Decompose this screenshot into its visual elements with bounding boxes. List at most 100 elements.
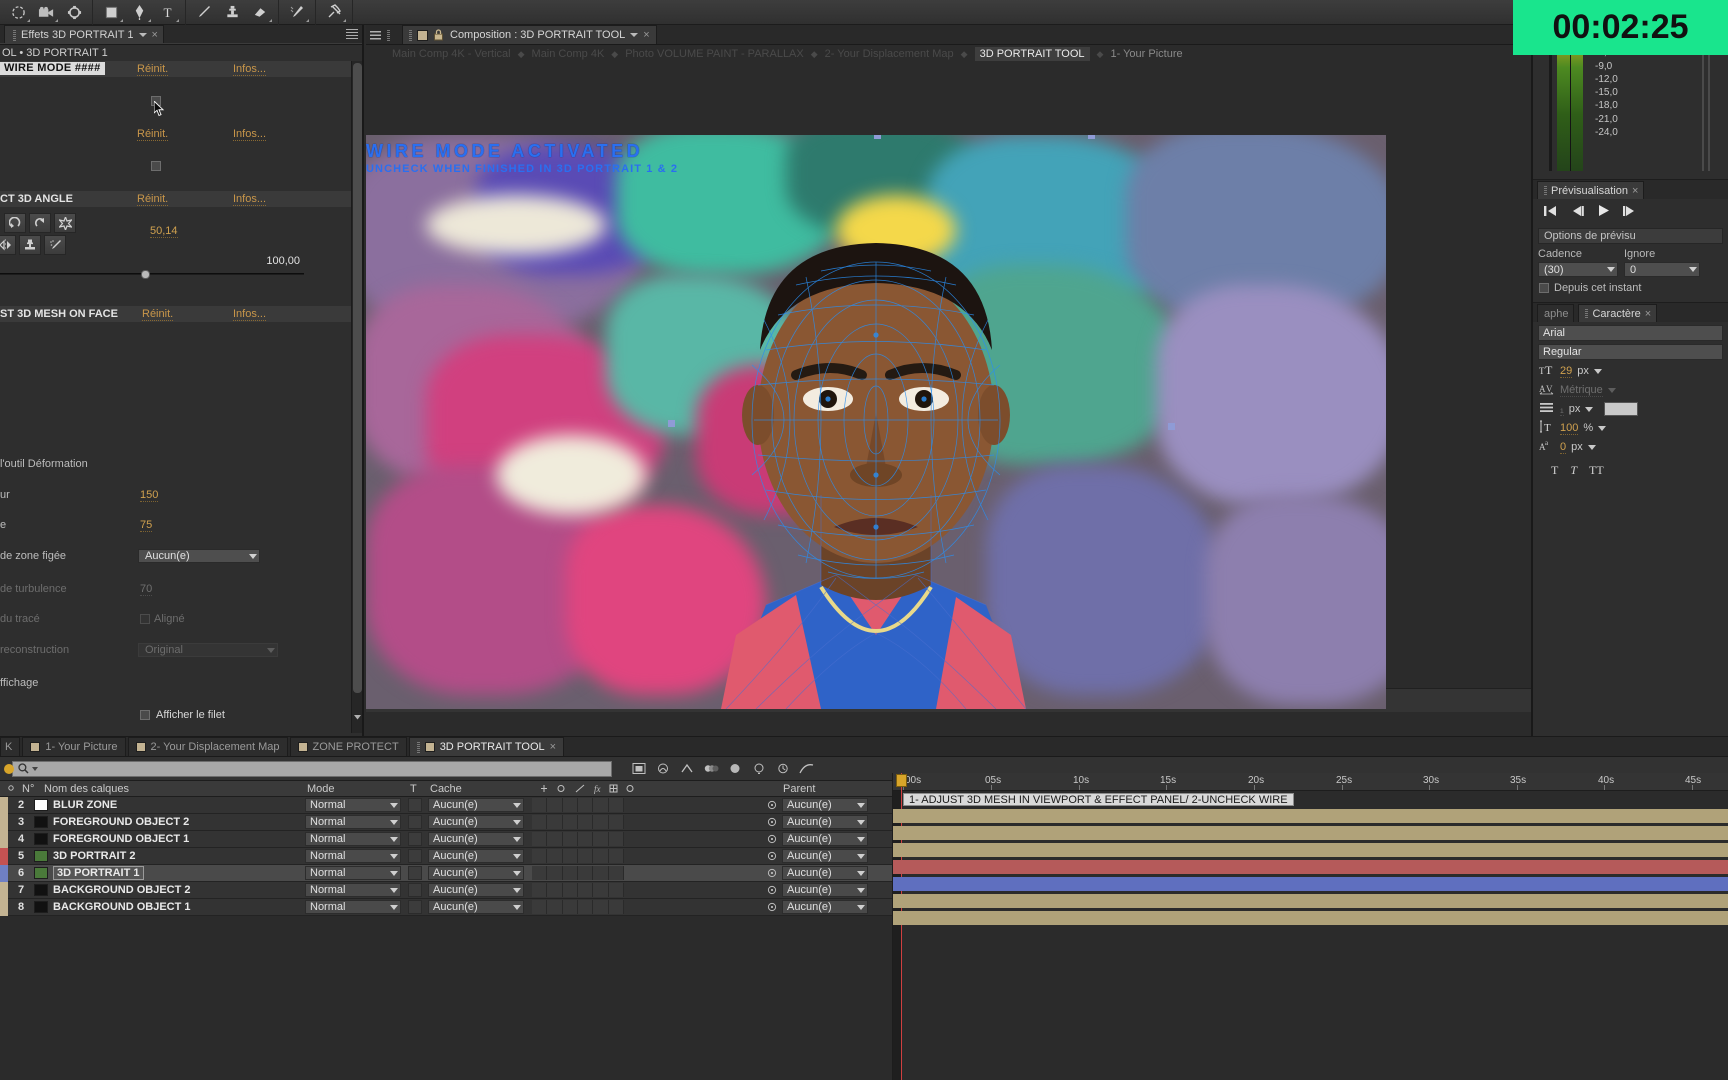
baseline-row[interactable]: Aa 0 px: [1533, 436, 1728, 455]
layer-color-chip[interactable]: [0, 847, 8, 865]
from-here-checkbox[interactable]: [1539, 283, 1549, 293]
effects-scrollbar-thumb[interactable]: [353, 63, 362, 693]
switch-effects[interactable]: [577, 900, 594, 914]
switch-motion-blur[interactable]: [608, 798, 624, 812]
switch-effects[interactable]: [577, 832, 594, 846]
layer-preserve-transparency-toggle[interactable]: [408, 798, 422, 812]
hide-shy-layers-icon[interactable]: [652, 759, 673, 779]
layer-name[interactable]: BACKGROUND OBJECT 2: [53, 884, 191, 896]
layer-mode-select[interactable]: Normal: [305, 815, 401, 829]
tab-preview[interactable]: Prévisualisation ×: [1537, 181, 1645, 199]
show-mesh-checkbox[interactable]: [140, 710, 150, 720]
layer-cache-select[interactable]: Aucun(e): [428, 849, 524, 863]
parent-pickwhip-icon[interactable]: [766, 884, 778, 896]
clone-stamp-icon[interactable]: [218, 1, 246, 23]
breadcrumb-item-4[interactable]: 3D PORTRAIT TOOL: [974, 47, 1090, 61]
layer-preserve-transparency-toggle[interactable]: [408, 815, 422, 829]
puppet-row-triangles[interactable]: e 75: [0, 518, 362, 533]
switch-motion-blur[interactable]: [608, 815, 624, 829]
layer-bar-blur-zone[interactable]: [893, 809, 1728, 823]
layer-parent-select[interactable]: Aucun(e): [782, 866, 868, 880]
all-caps-icon[interactable]: TT: [1589, 463, 1604, 478]
switch-quality[interactable]: [562, 849, 578, 863]
close-icon[interactable]: ×: [550, 741, 556, 753]
layer-preserve-transparency-toggle[interactable]: [408, 849, 422, 863]
switch-frame-blend[interactable]: [593, 798, 609, 812]
effect-sub-row-reinit-2[interactable]: Réinit. Infos...: [0, 127, 362, 143]
layer-parent-select[interactable]: Aucun(e): [782, 849, 868, 863]
graph-editor-icon[interactable]: [724, 759, 745, 779]
breadcrumb-item-0[interactable]: Main Comp 4K - Vertical: [392, 48, 511, 60]
reinit-link-wire[interactable]: Réinit.: [137, 63, 169, 76]
switch-effects[interactable]: [577, 798, 594, 812]
switch-shy[interactable]: [532, 798, 548, 812]
play-icon[interactable]: [1597, 204, 1610, 220]
reinit-link-angle[interactable]: Réinit.: [137, 193, 169, 206]
switch-effects[interactable]: [577, 883, 594, 897]
switch-frame-blend[interactable]: [593, 815, 609, 829]
switch-quality[interactable]: [562, 798, 578, 812]
switch-shy[interactable]: [532, 815, 548, 829]
layer-cache-select[interactable]: Aucun(e): [428, 866, 524, 880]
switch-collapse[interactable]: [547, 900, 563, 914]
layer-cache-select[interactable]: Aucun(e): [428, 815, 524, 829]
auto-keyframe-icon[interactable]: [772, 759, 793, 779]
layer-name[interactable]: BACKGROUND OBJECT 1: [53, 901, 191, 913]
current-time-indicator-head[interactable]: [896, 774, 907, 787]
puppet-row-starch-zone[interactable]: de zone figée Aucun(e): [0, 548, 362, 565]
switch-frame-blend[interactable]: [593, 883, 609, 897]
puppet-row-triangles-value[interactable]: 75: [140, 519, 153, 532]
effect-group-3d-mesh[interactable]: ST 3D MESH ON FACE Réinit. Infos...: [0, 306, 362, 322]
chevron-down-icon[interactable]: [1593, 368, 1602, 374]
layer-bar-fg1[interactable]: [893, 843, 1728, 857]
layer-color-chip[interactable]: [0, 813, 8, 831]
font-style-field[interactable]: Regular: [1538, 344, 1723, 360]
layer-color-chip[interactable]: [0, 864, 8, 882]
layer-mode-select[interactable]: Normal: [305, 849, 401, 863]
close-icon[interactable]: ×: [1632, 185, 1638, 197]
layer-switches[interactable]: [532, 900, 624, 914]
timeline-graph-area[interactable]: 00s 05s 10s 15s 20s 25s 30s 35s 40s 45s …: [892, 773, 1728, 1080]
font-size-value[interactable]: 29: [1560, 365, 1573, 378]
switch-motion-blur[interactable]: [608, 832, 624, 846]
switch-collapse[interactable]: [547, 883, 563, 897]
from-here-row[interactable]: Depuis cet instant: [1533, 277, 1728, 294]
chevron-down-icon[interactable]: [1587, 444, 1596, 450]
baseline-value[interactable]: 0: [1560, 441, 1567, 454]
show-mesh-row[interactable]: Afficher le filet: [0, 708, 362, 724]
puppet-starch-tool-icon[interactable]: [29, 213, 51, 233]
layer-preserve-transparency-toggle[interactable]: [408, 883, 422, 897]
layer-parent-select[interactable]: Aucun(e): [782, 832, 868, 846]
breadcrumb-item-5[interactable]: 1- Your Picture: [1110, 48, 1182, 60]
vertical-scale-row[interactable]: T 100 %: [1533, 417, 1728, 436]
reinit-link-2[interactable]: Réinit.: [137, 128, 169, 141]
switch-motion-blur[interactable]: [608, 883, 624, 897]
tab-composition-3d-portrait-tool[interactable]: Composition : 3D PORTRAIT TOOL ×: [402, 25, 657, 44]
switch-shy[interactable]: [532, 883, 548, 897]
enable-frame-blending-icon[interactable]: [676, 759, 697, 779]
tab-partial-comp[interactable]: K: [0, 737, 21, 756]
effect-group-wire-mode[interactable]: WIRE MODE #### Réinit. Infos...: [0, 61, 362, 77]
puppet-pin-icon[interactable]: [320, 1, 348, 23]
next-frame-icon[interactable]: [1622, 205, 1637, 220]
layer-switches[interactable]: [532, 849, 624, 863]
switch-collapse[interactable]: [547, 798, 563, 812]
prev-frame-icon[interactable]: [1570, 205, 1585, 220]
parent-pickwhip-icon[interactable]: [766, 816, 778, 828]
layer-switches[interactable]: [532, 883, 624, 897]
layer-switches[interactable]: [532, 798, 624, 812]
brainstorm-icon[interactable]: [748, 759, 769, 779]
switch-effects[interactable]: [577, 815, 594, 829]
switch-quality[interactable]: [562, 883, 578, 897]
tab-3d-portrait-tool[interactable]: 3D PORTRAIT TOOL ×: [408, 737, 565, 756]
layer-name[interactable]: 3D PORTRAIT 2: [53, 850, 136, 862]
parent-pickwhip-icon[interactable]: [766, 867, 778, 879]
breadcrumb-item-3[interactable]: 2- Your Displacement Map: [825, 48, 954, 60]
switch-shy[interactable]: [532, 832, 548, 846]
leading-value[interactable]: ₁: [1560, 403, 1564, 416]
tab-character[interactable]: Caractère ×: [1578, 304, 1658, 322]
puppet-row-expansion-value[interactable]: 150: [140, 489, 159, 502]
layer-switches[interactable]: [532, 866, 624, 880]
layer-mode-select[interactable]: Normal: [305, 798, 401, 812]
scatter-brush-tool-icon[interactable]: [44, 235, 66, 255]
